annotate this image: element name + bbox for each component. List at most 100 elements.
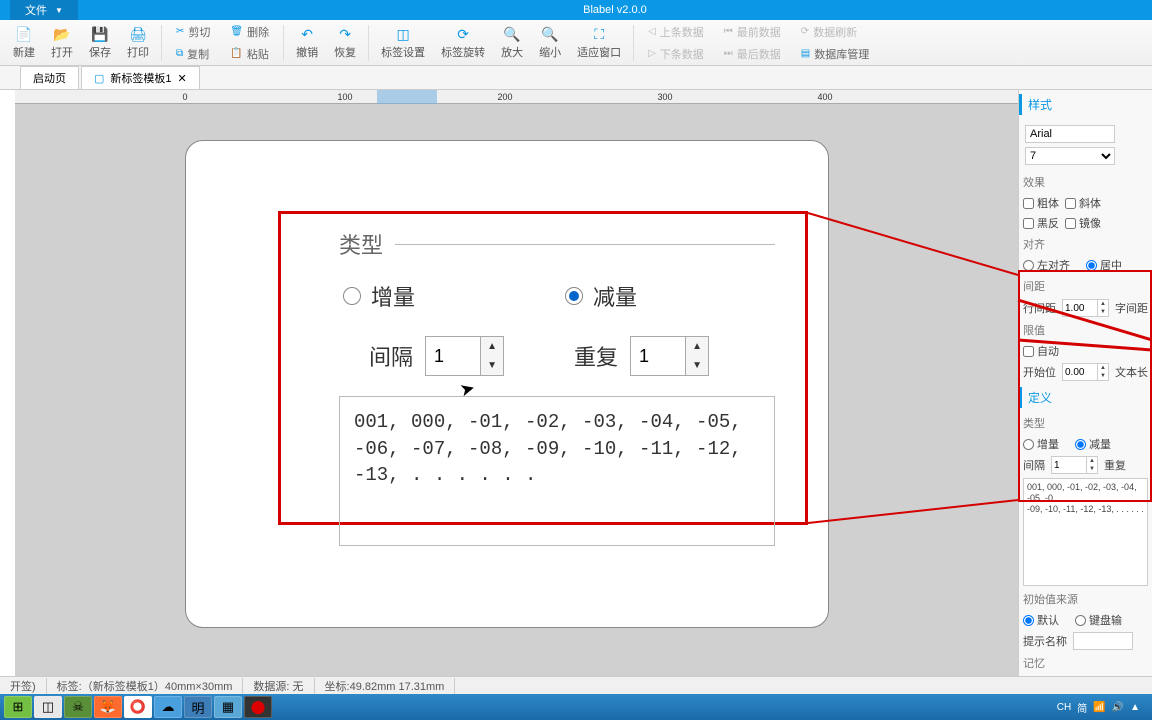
limit-label: 限值 [1019, 319, 1152, 341]
decrement-radio[interactable]: 减量 [565, 280, 637, 312]
tab-template[interactable]: ▢ 新标签模板1 ✕ [81, 66, 200, 89]
record-icon[interactable]: ⬤ [244, 696, 272, 718]
interval-input[interactable] [426, 337, 480, 375]
init-src-label: 初始值来源 [1019, 588, 1152, 610]
rotate-icon: ⟳ [454, 26, 472, 44]
tab-start[interactable]: 启动页 [20, 66, 79, 89]
status-seg0: 开签) [0, 678, 47, 694]
status-label: 标签:（新标签模板1）40mm×30mm [47, 678, 244, 694]
properties-panel: 样式 7 效果 粗体 斜体 黑反 镜像 对齐 左对齐 居中 间距 行间距 ▲▼ … [1018, 90, 1152, 690]
main-toolbar: 📄新建 📂打开 💾保存 🖨打印 ✂剪切 ⧉复制 🗑删除 📋粘贴 ↶撤销 ↷恢复 … [0, 20, 1152, 66]
system-tray[interactable]: CH 简 📶 🔊 ▲ [1057, 700, 1148, 715]
status-data: 数据源: 无 [243, 678, 314, 694]
hint-input[interactable] [1073, 632, 1133, 650]
label-rotate-button[interactable]: ⟳标签旋转 [433, 24, 493, 62]
default-radio[interactable]: 默认 [1023, 612, 1059, 628]
zoom-in-icon: 🔍 [503, 26, 521, 44]
disk-icon: 💾 [91, 26, 109, 44]
sb-preview: 001, 000, -01, -02, -03, -04, -05, -0 -0… [1023, 478, 1148, 586]
redo-icon: ↷ [336, 26, 354, 44]
first-record-button[interactable]: ⏮最前数据 [718, 22, 787, 42]
start-button[interactable]: ⊞ [4, 696, 32, 718]
file-menu-label: 文件 [25, 2, 47, 18]
file-icon: 📄 [15, 26, 33, 44]
save-button[interactable]: 💾保存 [81, 24, 119, 62]
database-icon: ▤ [801, 48, 810, 59]
scissors-icon: ✂ [176, 26, 184, 37]
font-select[interactable] [1025, 125, 1115, 143]
print-button[interactable]: 🖨打印 [119, 24, 157, 62]
taskbar-item[interactable]: ☠ [64, 696, 92, 718]
increment-radio[interactable]: 增量 [343, 280, 415, 312]
firefox-icon[interactable]: 🦊 [94, 696, 122, 718]
fit-icon: ⛶ [590, 26, 608, 44]
chevron-down-icon[interactable]: ▼ [481, 356, 503, 375]
memory-label: 记忆 [1019, 652, 1152, 674]
printer-icon: 🖨 [129, 26, 147, 44]
skip-first-icon: ⏮ [724, 26, 733, 37]
chevron-up-icon[interactable]: ▲ [1130, 702, 1140, 713]
zoom-in-button[interactable]: 🔍放大 [493, 24, 531, 62]
new-button[interactable]: 📄新建 [5, 24, 43, 62]
align-left-radio[interactable]: 左对齐 [1023, 257, 1070, 273]
repeat-stepper[interactable]: ▲▼ [630, 336, 709, 376]
redo-button[interactable]: ↷恢复 [326, 24, 364, 62]
taskbar-item[interactable]: ◫ [34, 696, 62, 718]
last-record-button[interactable]: ⏭最后数据 [718, 44, 787, 64]
undo-button[interactable]: ↶撤销 [288, 24, 326, 62]
chevron-up-icon[interactable]: ▲ [481, 337, 503, 356]
prev-record-button[interactable]: ◁上条数据 [642, 22, 710, 42]
taskbar: ⊞ ◫ ☠ 🦊 ⭕ ☁ 明 ▦ ⬤ CH 简 📶 🔊 ▲ [0, 694, 1152, 720]
db-manager-button[interactable]: ▤数据库管理 [795, 44, 875, 64]
chrome-icon[interactable]: ⭕ [124, 696, 152, 718]
keyboard-radio[interactable]: 键盘输 [1075, 612, 1122, 628]
cut-button[interactable]: ✂剪切 [170, 22, 216, 42]
copy-button[interactable]: ⧉复制 [170, 44, 216, 64]
auto-check[interactable]: 自动 [1023, 343, 1059, 359]
align-label: 对齐 [1019, 233, 1152, 255]
next-record-button[interactable]: ▷下条数据 [642, 44, 710, 64]
invert-check[interactable]: 黑反 [1023, 215, 1059, 231]
mirror-check[interactable]: 镜像 [1065, 215, 1101, 231]
undo-icon: ↶ [298, 26, 316, 44]
label-settings-button[interactable]: ◫标签设置 [373, 24, 433, 62]
chevron-up-icon[interactable]: ▲ [686, 337, 708, 356]
page-icon: ▢ [94, 72, 104, 85]
delete-button[interactable]: 🗑删除 [224, 22, 275, 42]
taskbar-item[interactable]: 明 [184, 696, 212, 718]
sb-interval-stepper[interactable]: ▲▼ [1051, 456, 1098, 474]
volume-icon: 🔊 [1112, 702, 1124, 713]
refresh-data-button[interactable]: ⟳数据刷新 [795, 22, 875, 42]
chevron-down-icon[interactable]: ▼ [686, 356, 708, 375]
file-menu[interactable]: 文件 ▼ [10, 0, 78, 20]
interval-stepper[interactable]: ▲▼ [425, 336, 504, 376]
bold-check[interactable]: 粗体 [1023, 195, 1059, 211]
document-tabs: 启动页 ▢ 新标签模板1 ✕ [0, 66, 1152, 90]
skip-last-icon: ⏭ [724, 48, 733, 59]
line-spacing-stepper[interactable]: ▲▼ [1062, 299, 1109, 317]
app-title: Blabel v2.0.0 [78, 4, 1152, 16]
sb-dec-radio[interactable]: 减量 [1075, 436, 1111, 452]
sb-inc-radio[interactable]: 增量 [1023, 436, 1059, 452]
status-coord: 坐标:49.82mm 17.31mm [315, 678, 456, 694]
section-title: 类型 [339, 228, 383, 260]
dropdown-icon: ▼ [55, 6, 63, 15]
define-header: 定义 [1019, 387, 1152, 408]
paste-button[interactable]: 📋粘贴 [224, 44, 275, 64]
settings-icon: ◫ [394, 26, 412, 44]
taskbar-item[interactable]: ☁ [154, 696, 182, 718]
size-select[interactable]: 7 [1025, 147, 1115, 165]
copy-icon: ⧉ [176, 48, 183, 59]
type-label: 类型 [1019, 412, 1152, 434]
type-dialog: 类型 增量 减量 间隔 ▲▼ 重复 ▲▼ 001, 000, [278, 211, 808, 525]
effect-label: 效果 [1019, 171, 1152, 193]
start-pos-stepper[interactable]: ▲▼ [1062, 363, 1109, 381]
close-icon[interactable]: ✕ [178, 72, 187, 85]
fit-window-button[interactable]: ⛶适应窗口 [569, 24, 629, 62]
italic-check[interactable]: 斜体 [1065, 195, 1101, 211]
taskbar-item[interactable]: ▦ [214, 696, 242, 718]
open-button[interactable]: 📂打开 [43, 24, 81, 62]
align-center-radio[interactable]: 居中 [1086, 257, 1122, 273]
zoom-out-button[interactable]: 🔍缩小 [531, 24, 569, 62]
repeat-input[interactable] [631, 337, 685, 375]
